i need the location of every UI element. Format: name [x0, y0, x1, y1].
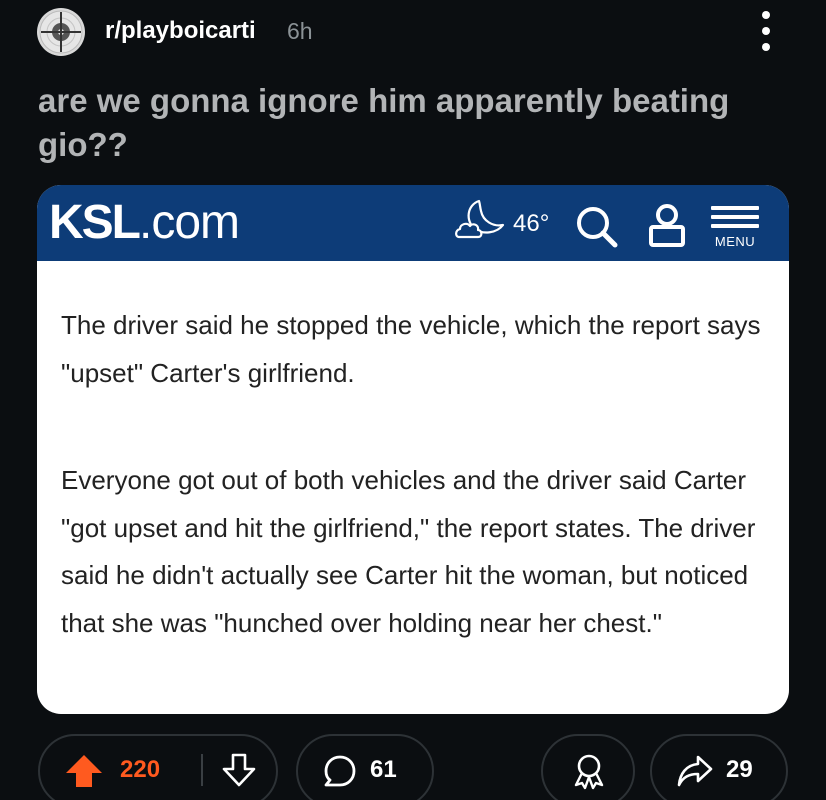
menu-label: MENU — [714, 234, 756, 249]
share-count: 29 — [726, 756, 753, 783]
article-paragraph: The driver said he stopped the vehicle, … — [61, 310, 761, 388]
moon-cloud-icon — [455, 199, 505, 239]
subreddit-avatar[interactable] — [37, 8, 85, 56]
account-icon — [649, 204, 685, 247]
post-title[interactable]: are we gonna ignore him apparently beati… — [38, 79, 788, 167]
post-age: 6h — [287, 18, 313, 44]
hamburger-menu-icon: MENU — [711, 204, 759, 250]
downvote-icon[interactable] — [221, 752, 257, 788]
upvote-count: 220 — [120, 756, 161, 783]
award-button[interactable] — [541, 734, 635, 800]
share-icon — [677, 755, 713, 787]
reddit-post: r/playboicarti 6h are we gonna ignore hi… — [0, 0, 826, 800]
post-image[interactable]: KSL.com 46° MENU The driver said he stop… — [37, 185, 789, 714]
weather-temperature: 46° — [513, 210, 550, 237]
comments-button[interactable]: 61 — [296, 734, 434, 800]
more-options-icon[interactable] — [754, 11, 778, 51]
ksl-logo: KSL.com — [49, 196, 240, 249]
vote-divider — [201, 754, 203, 786]
article-paragraph: Everyone got out of both vehicles and th… — [61, 465, 756, 638]
comment-count: 61 — [370, 756, 397, 783]
ksl-header-bar: KSL.com 46° MENU — [37, 185, 789, 261]
comment-icon — [324, 755, 356, 787]
vinyl-record-icon — [39, 10, 83, 54]
share-button[interactable]: 29 — [650, 734, 788, 800]
award-icon — [574, 754, 604, 790]
search-icon — [577, 207, 618, 248]
upvote-icon[interactable] — [64, 753, 104, 789]
vote-bar: 220 — [38, 734, 278, 800]
subreddit-name[interactable]: r/playboicarti — [105, 17, 256, 45]
